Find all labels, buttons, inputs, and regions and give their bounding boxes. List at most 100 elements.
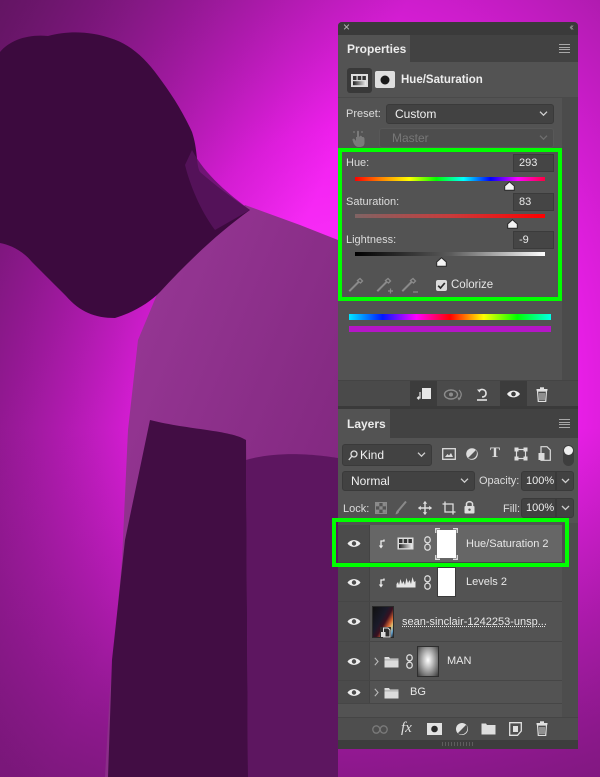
link-icon[interactable]	[424, 575, 431, 590]
hue-slider-track[interactable]	[355, 177, 545, 181]
delete-adjustment-button[interactable]	[528, 381, 555, 407]
layer-name[interactable]: BG	[410, 686, 426, 698]
targeted-adjustment-hand-icon[interactable]	[351, 129, 367, 148]
link-layers-icon[interactable]	[372, 725, 388, 734]
panel-menu-icon[interactable]	[559, 44, 570, 54]
chevron-down-icon	[539, 135, 548, 141]
chevron-down-icon	[561, 478, 569, 484]
layer-row-smart-object[interactable]: sean-sinclair-1242253-unsp...	[338, 602, 562, 642]
toggle-visibility-button[interactable]	[500, 381, 527, 407]
lock-all-icon[interactable]	[464, 500, 475, 514]
folder-icon	[384, 657, 399, 668]
divider	[338, 97, 578, 98]
fill-slider-button[interactable]	[556, 498, 574, 518]
panel-resize-handle[interactable]	[338, 740, 578, 749]
visibility-toggle[interactable]	[338, 602, 370, 641]
colorize-checkbox[interactable]	[436, 280, 447, 291]
mask-settings-button[interactable]	[375, 71, 395, 88]
visibility-toggle[interactable]	[338, 563, 370, 601]
tab-properties[interactable]: Properties	[338, 35, 410, 62]
hue-slider-thumb[interactable]	[504, 181, 515, 191]
layer-name[interactable]: sean-sinclair-1242253-unsp...	[402, 616, 547, 628]
filter-adjustment-layers-icon[interactable]	[465, 447, 479, 461]
mask-icon	[380, 75, 390, 84]
filter-pixel-layers-icon[interactable]	[442, 448, 456, 460]
eye-icon	[347, 657, 361, 665]
folder-icon	[384, 688, 399, 699]
eyedropper-add-icon[interactable]	[376, 277, 394, 295]
eyedropper-subtract-icon[interactable]	[401, 277, 419, 295]
filter-toggle[interactable]	[563, 445, 574, 466]
layer-row-man-group[interactable]: MAN	[338, 642, 562, 681]
filter-smart-objects-icon[interactable]	[538, 446, 551, 461]
chevron-right-icon[interactable]	[374, 688, 379, 697]
fill-label: Fill:	[503, 503, 521, 515]
lock-artboard-icon[interactable]	[442, 501, 456, 515]
view-previous-state-button[interactable]	[439, 381, 466, 407]
saturation-slider-track[interactable]	[355, 214, 545, 218]
adjustment-settings-button[interactable]	[347, 68, 372, 93]
layer-row-levels-2[interactable]: Levels 2	[338, 563, 562, 602]
lock-transparent-pixels-icon[interactable]	[375, 502, 387, 514]
lock-image-pixels-icon[interactable]	[395, 501, 407, 515]
lock-label: Lock:	[343, 503, 370, 515]
eye-icon	[347, 618, 361, 625]
opacity-input[interactable]: 100%	[521, 471, 556, 491]
blend-mode-dropdown[interactable]: Normal	[342, 471, 475, 491]
lightness-slider-thumb[interactable]	[436, 257, 447, 267]
lightness-input[interactable]: -9	[513, 231, 554, 249]
filter-kind-value: Kind	[360, 448, 385, 462]
clip-to-layer-button[interactable]	[410, 381, 437, 407]
fx-icon[interactable]: fx	[401, 720, 412, 737]
eye-icon	[347, 578, 361, 586]
filter-shape-layers-icon[interactable]	[514, 447, 528, 461]
visibility-toggle[interactable]	[338, 681, 370, 703]
add-mask-icon[interactable]	[427, 723, 442, 735]
channel-dropdown[interactable]: Master	[379, 128, 554, 148]
filter-kind-dropdown[interactable]: Kind	[342, 444, 432, 466]
reset-icon	[476, 388, 487, 401]
properties-tab-bar: Properties	[338, 35, 578, 62]
tab-layers[interactable]: Layers	[338, 409, 390, 438]
trash-icon	[536, 386, 547, 402]
new-layer-icon[interactable]	[509, 722, 522, 736]
layer-row-bg-group[interactable]: BG	[338, 681, 562, 704]
delete-layer-icon[interactable]	[536, 721, 548, 736]
search-icon	[348, 450, 358, 461]
panel-menu-icon[interactable]	[559, 419, 570, 429]
layer-name[interactable]: MAN	[447, 655, 471, 667]
chevron-right-icon[interactable]	[374, 657, 379, 666]
preset-dropdown[interactable]: Custom	[386, 104, 554, 124]
visibility-toggle[interactable]	[338, 642, 370, 680]
properties-scrollbar[interactable]	[562, 98, 578, 380]
chevron-down-icon	[539, 111, 548, 117]
saturation-input[interactable]: 83	[513, 193, 554, 211]
opacity-slider-button[interactable]	[556, 471, 574, 491]
lock-position-icon[interactable]	[418, 501, 432, 515]
properties-toolbar	[338, 380, 578, 407]
view-previous-state-icon	[443, 388, 462, 401]
grip-lines	[442, 742, 474, 746]
panel-title-bar[interactable]: × ‹‹	[338, 22, 578, 35]
filter-toggle-knob	[564, 446, 573, 455]
chevron-down-icon	[460, 478, 469, 484]
reset-button[interactable]	[468, 381, 495, 407]
checkmark-icon	[437, 282, 446, 290]
preset-value: Custom	[395, 107, 437, 121]
hue-input[interactable]: 293	[513, 154, 554, 172]
eyedropper-icon[interactable]	[348, 277, 364, 293]
lightness-slider-track[interactable]	[355, 252, 545, 256]
chevron-down-icon	[561, 505, 569, 511]
panels-dock: × ‹‹ Properties Hue/Saturation Preset: C…	[338, 22, 578, 749]
fill-input[interactable]: 100%	[521, 498, 556, 518]
group-mask-thumbnail[interactable]	[417, 646, 439, 677]
layer-name[interactable]: Levels 2	[466, 576, 507, 588]
close-icon[interactable]: ×	[343, 22, 350, 34]
collapse-icon[interactable]: ‹‹	[569, 22, 573, 34]
new-group-icon[interactable]	[481, 723, 496, 735]
new-adjustment-layer-icon[interactable]	[455, 722, 469, 736]
saturation-slider-thumb[interactable]	[507, 219, 518, 229]
link-icon[interactable]	[406, 654, 413, 669]
filter-type-layers-icon[interactable]: T	[490, 445, 500, 462]
layer-mask-thumbnail[interactable]	[437, 567, 456, 597]
